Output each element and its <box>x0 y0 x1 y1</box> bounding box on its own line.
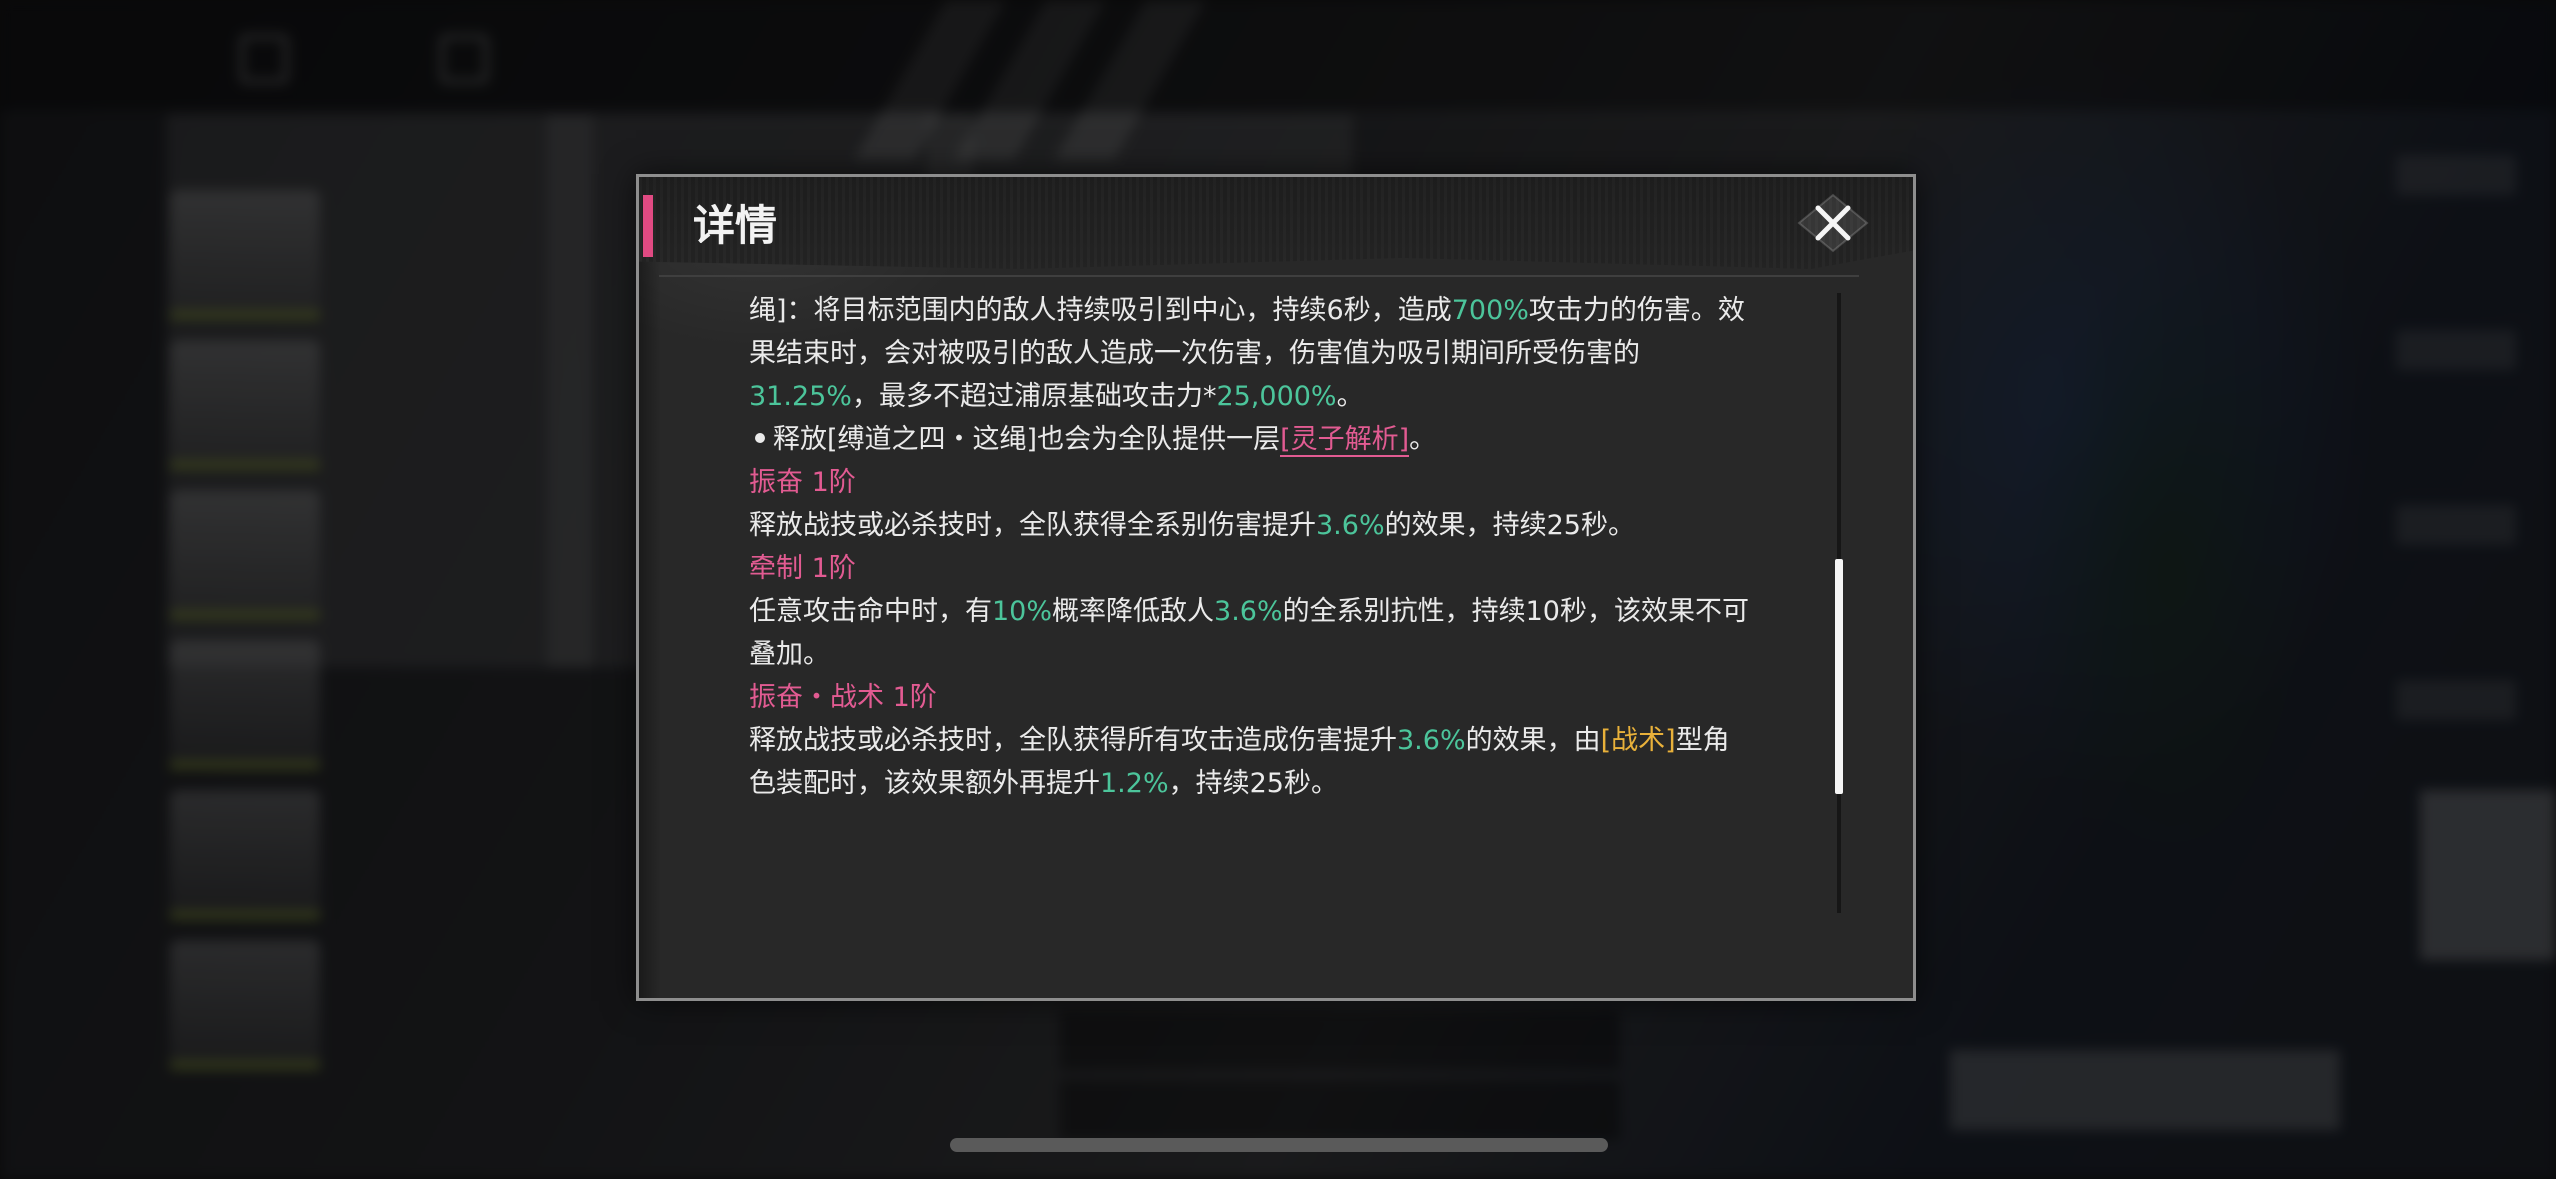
value-highlight: 10% <box>992 596 1053 627</box>
text: ，持续25秒。 <box>1168 768 1338 799</box>
bullet-icon <box>755 433 765 443</box>
section-title: 振奋 1阶 <box>749 467 856 498</box>
value-highlight: 1.2% <box>1100 768 1169 799</box>
text: ，最多不超过浦原基础攻击力* <box>851 381 1217 412</box>
section-title: 振奋・战术 1阶 <box>749 682 937 713</box>
close-button[interactable] <box>1793 191 1873 255</box>
header-divider <box>659 275 1859 277</box>
details-content[interactable]: 绳]：将目标范围内的敌人持续吸引到中心，持续6秒，造成700%攻击力的伤害。效 … <box>749 289 1839 929</box>
text: 任意攻击命中时，有 <box>749 596 992 627</box>
text: 型角 <box>1675 725 1730 756</box>
text: 攻击力的伤害。效 <box>1528 295 1745 326</box>
text: 的全系别抗性，持续10秒，该效果不可 <box>1282 596 1749 627</box>
intro-line: 果结束时，会对被吸引的敌人造成一次伤害，伤害值为吸引期间所受伤害的 <box>749 338 1640 369</box>
section-title: 牵制 1阶 <box>749 553 856 584</box>
tag-tactics: [战术] <box>1600 725 1676 756</box>
text: 绳]：将目标范围内的敌人持续吸引到中心，持续6秒，造成 <box>749 295 1452 326</box>
intro-line: 31.25%，最多不超过浦原基础攻击力*25,000%。 <box>749 375 1839 418</box>
text: 色装配时，该效果额外再提升 <box>749 768 1100 799</box>
value-highlight: 25,000% <box>1216 381 1337 412</box>
dialog-title: 详情 <box>693 201 778 250</box>
value-highlight: 31.25% <box>749 381 852 412</box>
text: 概率降低敌人 <box>1052 596 1215 627</box>
value-highlight: 3.6% <box>1316 510 1385 541</box>
details-dialog: 详情 绳]：将目标范围内的敌人持续吸引到中心，持续6秒，造成700%攻击力的伤害… <box>636 174 1916 1001</box>
intro-line: 绳]：将目标范围内的敌人持续吸引到中心，持续6秒，造成700%攻击力的伤害。效 <box>749 289 1839 332</box>
section-desc: 任意攻击命中时，有10%概率降低敌人3.6%的全系别抗性，持续10秒，该效果不可 <box>749 590 1839 633</box>
dialog-header <box>639 177 1913 269</box>
text: 释放战技或必杀技时，全队获得所有攻击造成伤害提升 <box>749 725 1397 756</box>
text: 释放战技或必杀技时，全队获得全系别伤害提升 <box>749 510 1316 541</box>
section-desc: 释放战技或必杀技时，全队获得所有攻击造成伤害提升3.6%的效果，由[战术]型角 <box>749 719 1839 762</box>
text: 。 <box>1336 381 1364 412</box>
home-indicator[interactable] <box>950 1138 1608 1152</box>
intro-bullet-line: 释放[缚道之四・这绳]也会为全队提供一层[灵子解析]。 <box>749 418 1839 461</box>
section-desc: 释放战技或必杀技时，全队获得全系别伤害提升3.6%的效果，持续25秒。 <box>749 504 1839 547</box>
text: 。 <box>1409 424 1437 455</box>
scrollbar-thumb[interactable] <box>1835 559 1843 794</box>
value-highlight: 3.6% <box>1214 596 1283 627</box>
value-highlight: 3.6% <box>1397 725 1466 756</box>
keyword-link-spirit-analysis[interactable]: [灵子解析] <box>1280 424 1410 457</box>
text: 释放[缚道之四・这绳]也会为全队提供一层 <box>773 424 1281 455</box>
value-highlight: 700% <box>1451 295 1529 326</box>
section-desc-line: 叠加。 <box>749 639 830 670</box>
text: 的效果，持续25秒。 <box>1384 510 1635 541</box>
close-x-icon <box>1797 193 1869 253</box>
text: 的效果，由 <box>1465 725 1601 756</box>
title-accent-bar <box>643 195 653 257</box>
section-desc-line: 色装配时，该效果额外再提升1.2%，持续25秒。 <box>749 762 1839 805</box>
